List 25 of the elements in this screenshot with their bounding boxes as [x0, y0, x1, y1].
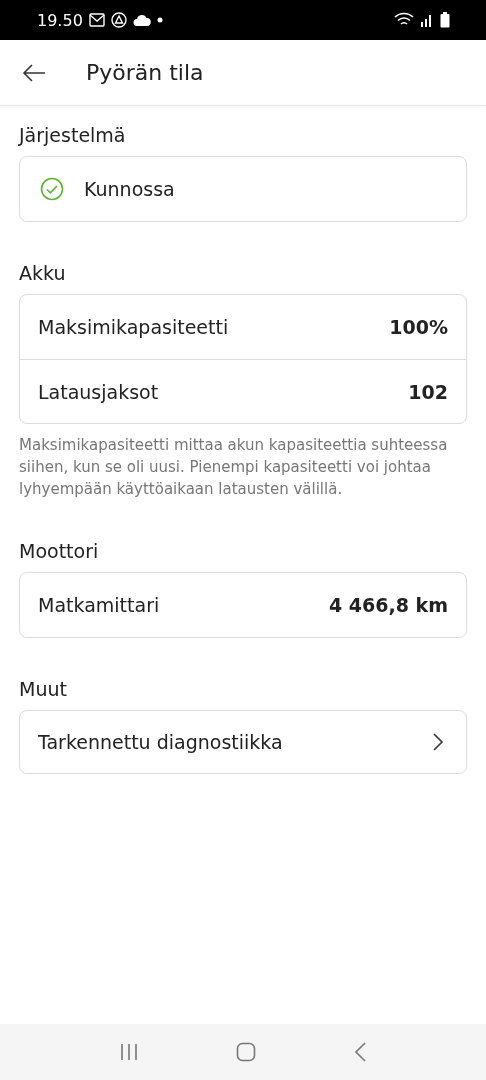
page-title: Pyörän tila: [86, 60, 204, 85]
row-value: 102: [408, 380, 448, 403]
row-value: 4 466,8 km: [329, 594, 448, 616]
mail-icon: [88, 13, 105, 27]
dot-icon: [156, 17, 163, 23]
section-heading: Akku: [19, 262, 67, 284]
section-heading: Moottori: [19, 540, 100, 562]
row-value: 100%: [389, 316, 448, 338]
signal-icon: [420, 12, 434, 28]
row-label: Maksimikapasiteetti: [38, 316, 229, 338]
recent-apps-icon[interactable]: [118, 1042, 139, 1062]
chevron-right-icon: [432, 732, 444, 752]
battery-icon: [440, 12, 450, 28]
info-note: Maksimikapasiteetti mittaa akun kapasiteettia suhteessa siihen, kun se oli uusi. Pienempi kapasiteetti voi johtaa lyhyempään käyttöaikaan latausten välillä.: [19, 435, 449, 500]
back-arrow-icon[interactable]: [22, 62, 46, 83]
diagnostics-link-row[interactable]: Tarkennettu diagnostiikka: [19, 710, 467, 774]
status-label: Kunnossa: [84, 178, 175, 200]
home-icon[interactable]: [236, 1042, 256, 1062]
cloud-icon: [132, 13, 151, 27]
section-heading: Järjestelmä: [19, 124, 127, 146]
section-heading: Muut: [19, 678, 68, 700]
status-time: 19.50: [37, 10, 83, 30]
row-label: Matkamittari: [38, 594, 160, 616]
row-label: Latausjaksot: [38, 380, 159, 403]
back-icon[interactable]: [353, 1042, 368, 1062]
